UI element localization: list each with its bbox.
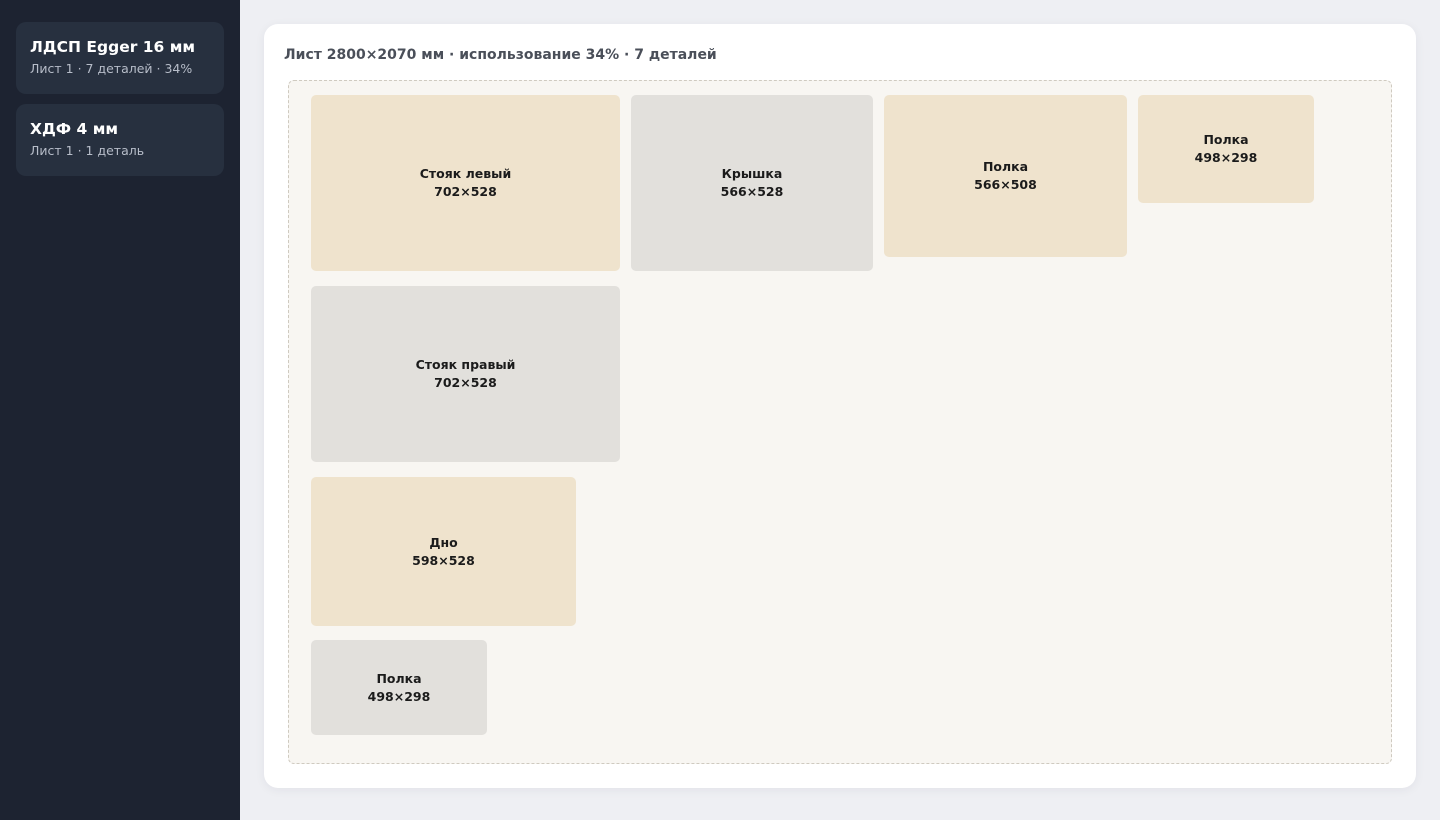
part-size: 566×528 [720,184,784,199]
sidebar: ЛДСП Egger 16 мм Лист 1 · 7 деталей · 34… [0,0,240,820]
part-label: Полка [1203,132,1249,147]
sheet-summary-header: Лист 2800×2070 мм · использование 34% · … [284,47,717,63]
sheet-card-subtitle: Лист 1 · 7 деталей · 34% [30,61,193,76]
part-dno[interactable]: Дно 598×528 [311,477,576,626]
part-stoyak-praviy[interactable]: Стояк правый 702×528 [311,286,620,462]
part-size: 702×528 [434,184,497,199]
part-label: Крышка [721,166,783,181]
sheet-card-hdf[interactable]: ХДФ 4 мм Лист 1 · 1 деталь [16,104,224,176]
sheet-card-title: ЛДСП Egger 16 мм [30,38,196,56]
sheet-card-subtitle: Лист 1 · 1 деталь [30,143,145,158]
part-polka-3[interactable]: Полка 498×298 [311,640,487,735]
sheet-card-title: ХДФ 4 мм [30,120,119,138]
part-stoyak-leviy[interactable]: Стояк левый 702×528 [311,95,620,271]
cutting-sheet-layout: Стояк левый 702×528 Крышка 566×528 Полка… [288,80,1392,764]
part-size: 498×298 [1194,150,1258,165]
sheet-card-ldsp[interactable]: ЛДСП Egger 16 мм Лист 1 · 7 деталей · 34… [16,22,224,94]
part-polka-2[interactable]: Полка 498×298 [1138,95,1314,203]
part-label: Полка [982,159,1029,174]
part-label: Стояк правый [415,357,516,372]
part-polka-1[interactable]: Полка 566×508 [884,95,1127,257]
part-label: Полка [376,670,422,686]
part-size: 702×528 [434,375,497,390]
part-size: 598×528 [412,552,475,568]
main-panel: Лист 2800×2070 мм · использование 34% · … [264,24,1416,788]
part-size: 566×508 [974,177,1037,192]
part-kryshka[interactable]: Крышка 566×528 [631,95,873,271]
part-label: Дно [429,534,458,550]
part-size: 498×298 [367,688,431,704]
part-label: Стояк левый [419,166,512,181]
